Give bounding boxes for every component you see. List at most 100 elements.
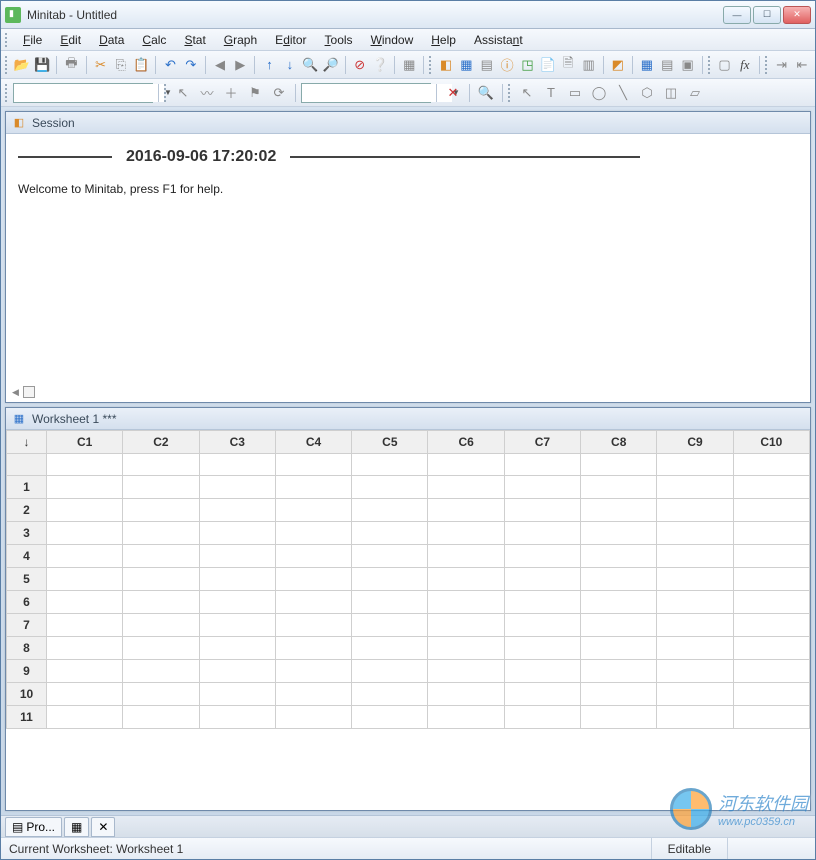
cell[interactable] [504, 545, 580, 568]
worksheet-body[interactable]: ↓ C1 C2 C3 C4 C5 C6 C7 C8 C9 C10 [6, 430, 810, 810]
nav-back-icon[interactable]: ◀ [211, 54, 229, 76]
history-icon[interactable]: ◳ [518, 54, 536, 76]
session-titlebar[interactable]: ◧ Session [6, 112, 810, 134]
row-header[interactable]: 8 [7, 637, 47, 660]
cell[interactable] [123, 706, 199, 729]
calc-icon[interactable]: ▢ [715, 54, 733, 76]
cell[interactable] [428, 660, 504, 683]
undo-icon[interactable]: ↶ [161, 54, 179, 76]
cell[interactable] [504, 476, 580, 499]
delete-icon[interactable]: ✕ [442, 82, 464, 104]
col-name[interactable] [504, 454, 580, 476]
nav-box[interactable] [23, 386, 35, 398]
cell[interactable] [275, 545, 351, 568]
titlebar[interactable]: Minitab - Untitled — ☐ ✕ [1, 1, 815, 29]
item-dropdown[interactable]: ▼ [301, 83, 431, 103]
row-header[interactable]: 9 [7, 660, 47, 683]
copy-icon[interactable]: ⎘ [112, 54, 130, 76]
maximize-button[interactable]: ☐ [753, 6, 781, 24]
row-header[interactable]: 6 [7, 591, 47, 614]
col-header[interactable]: C8 [581, 431, 657, 454]
menu-assistant[interactable]: Assistant [466, 31, 531, 49]
cell[interactable] [199, 499, 275, 522]
row-header[interactable]: 3 [7, 522, 47, 545]
cell[interactable] [352, 591, 428, 614]
menu-window[interactable]: Window [363, 31, 422, 49]
cell[interactable] [199, 683, 275, 706]
menubar-grip[interactable] [5, 33, 9, 47]
text-tool-icon[interactable]: T [540, 82, 562, 104]
session-win-icon[interactable]: ◧ [437, 54, 455, 76]
cell[interactable] [657, 476, 733, 499]
menu-graph[interactable]: Graph [216, 31, 265, 49]
up-arrow-icon[interactable]: ↑ [260, 54, 278, 76]
cell[interactable] [428, 683, 504, 706]
paste-icon[interactable]: 📋 [132, 54, 150, 76]
cell[interactable] [504, 683, 580, 706]
worksheet-titlebar[interactable]: ▦ Worksheet 1 *** [6, 408, 810, 430]
cell[interactable] [123, 591, 199, 614]
cell[interactable] [428, 476, 504, 499]
cell[interactable] [275, 591, 351, 614]
cell[interactable] [657, 522, 733, 545]
cell[interactable] [352, 568, 428, 591]
rect-tool-icon[interactable]: ▭ [564, 82, 586, 104]
cell[interactable] [199, 545, 275, 568]
cell[interactable] [657, 660, 733, 683]
cell[interactable] [199, 614, 275, 637]
cell[interactable] [352, 499, 428, 522]
row-header[interactable]: 7 [7, 614, 47, 637]
enable-cmd-icon[interactable]: ▦ [638, 54, 656, 76]
cell[interactable] [657, 637, 733, 660]
cell[interactable] [352, 522, 428, 545]
cell[interactable] [199, 476, 275, 499]
col-header[interactable]: C5 [352, 431, 428, 454]
project-icon[interactable]: 🗎 [559, 54, 577, 76]
cell[interactable] [581, 683, 657, 706]
toolbars-icon[interactable]: ▥ [579, 54, 597, 76]
cell[interactable] [657, 499, 733, 522]
row-header[interactable]: 10 [7, 683, 47, 706]
cell[interactable] [733, 660, 809, 683]
toolbar2-grip[interactable] [5, 84, 9, 102]
cell[interactable] [47, 660, 123, 683]
cell[interactable] [733, 637, 809, 660]
cell[interactable] [275, 499, 351, 522]
cell[interactable] [123, 499, 199, 522]
toolbar2b-grip[interactable] [164, 84, 168, 102]
cell[interactable] [581, 545, 657, 568]
cell[interactable] [733, 476, 809, 499]
minimize-button[interactable]: — [723, 6, 751, 24]
col-header[interactable]: C2 [123, 431, 199, 454]
cell[interactable] [199, 660, 275, 683]
col-name[interactable] [352, 454, 428, 476]
cell[interactable] [428, 637, 504, 660]
col-name[interactable] [199, 454, 275, 476]
col-name[interactable] [581, 454, 657, 476]
cell[interactable] [657, 568, 733, 591]
line-tool-icon[interactable]: ╲ [612, 82, 634, 104]
graph-win-icon[interactable]: ▤ [478, 54, 496, 76]
nav-fwd-icon[interactable]: ▶ [231, 54, 249, 76]
cell[interactable] [504, 522, 580, 545]
item-input[interactable] [304, 84, 452, 102]
cell[interactable] [275, 568, 351, 591]
tab-2[interactable]: ▦ [64, 817, 89, 837]
cell[interactable] [47, 545, 123, 568]
redo-icon[interactable]: ↷ [182, 54, 200, 76]
cell[interactable] [428, 706, 504, 729]
cell[interactable] [123, 568, 199, 591]
cell[interactable] [657, 706, 733, 729]
col-header[interactable]: C4 [275, 431, 351, 454]
col-name[interactable] [657, 454, 733, 476]
cell[interactable] [47, 499, 123, 522]
menu-edit[interactable]: Edit [52, 31, 89, 49]
options-icon[interactable]: ▦ [400, 54, 418, 76]
cell[interactable] [581, 637, 657, 660]
cell[interactable] [47, 614, 123, 637]
font-input[interactable] [16, 84, 164, 102]
info-icon[interactable]: ⓘ [498, 54, 516, 76]
worksheet-grid[interactable]: ↓ C1 C2 C3 C4 C5 C6 C7 C8 C9 C10 [6, 430, 810, 729]
cell[interactable] [47, 683, 123, 706]
col-header[interactable]: C7 [504, 431, 580, 454]
